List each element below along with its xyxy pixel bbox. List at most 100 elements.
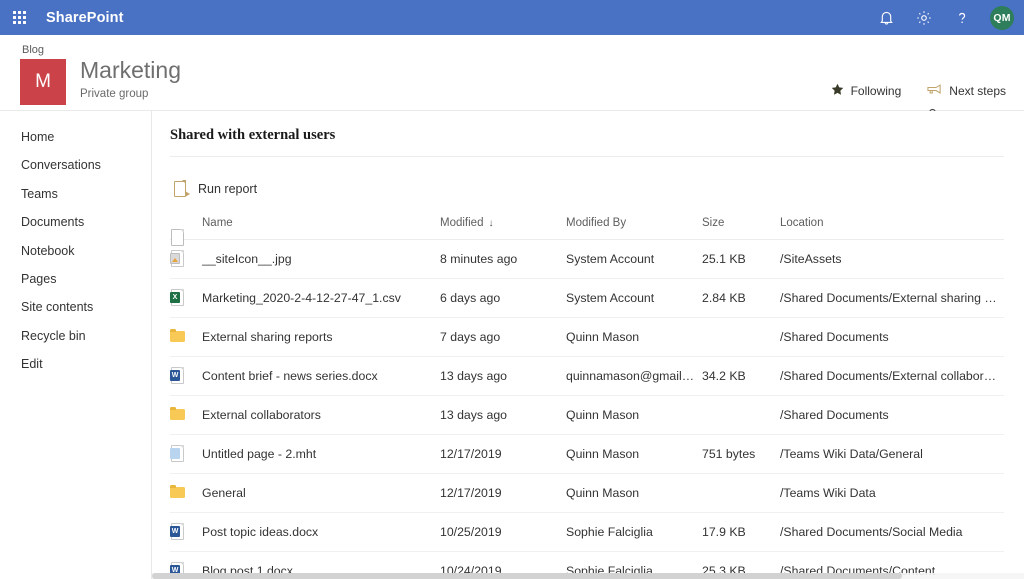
column-header-modified[interactable]: Modified ↓ [440,211,566,240]
row-modified-by: System Account [566,239,702,279]
column-header-modified-label: Modified [440,217,484,229]
row-file-icon-cell [170,434,202,474]
row-name[interactable]: __siteIcon__.jpg [202,239,440,279]
run-report-button[interactable]: Run report [172,177,263,202]
table-row[interactable]: External collaborators 13 days ago Quinn M… [170,395,1004,435]
row-name[interactable]: External collaborators [202,395,440,435]
row-modified: 13 days ago [440,395,566,435]
row-location: /Shared Documents/External sharing repor… [780,278,1004,318]
row-file-icon-cell [170,473,202,513]
word-file-icon: W [170,523,186,541]
row-size: 25.1 KB [702,239,780,279]
row-modified-by: quinnamason@gmail.com [566,356,702,396]
row-modified: 8 minutes ago [440,239,566,279]
row-modified: 6 days ago [440,278,566,318]
excel-file-icon: X [170,289,186,307]
row-modified: 10/25/2019 [440,512,566,552]
row-modified: 12/17/2019 [440,434,566,474]
column-header-icon[interactable] [170,211,202,246]
sidebar-item-notebook[interactable]: Notebook [0,237,151,265]
sidebar-item-recycle-bin[interactable]: Recycle bin [0,322,151,350]
column-header-size[interactable]: Size [702,211,780,240]
column-header-location[interactable]: Location [780,211,1004,240]
row-modified: 12/17/2019 [440,473,566,513]
sidebar-item-edit[interactable]: Edit [0,350,151,378]
files-table-body: __siteIcon__.jpg 8 minutes ago System Acco… [170,239,1004,579]
row-location: /Shared Documents/External collaborators [780,356,1004,396]
suite-bar-actions: QM [876,5,1014,30]
row-modified-by: Quinn Mason [566,434,702,474]
row-size: 2.84 KB [702,278,780,318]
sidebar-item-home[interactable]: Home [0,123,151,151]
next-steps-label: Next steps [949,84,1006,98]
megaphone-icon [927,83,942,99]
row-name[interactable]: Content brief - news series.docx [202,356,440,396]
notifications-icon[interactable] [876,8,896,28]
row-location: /Shared Documents/Social Media [780,512,1004,552]
image-file-icon [170,250,186,268]
row-name[interactable]: Marketing_2020-2-4-12-27-47_1.csv [202,278,440,318]
sidebar-item-teams[interactable]: Teams [0,180,151,208]
row-file-icon-cell: W [170,512,202,552]
row-size: 34.2 KB [702,356,780,396]
table-row[interactable]: External sharing reports 7 days ago Quinn … [170,317,1004,357]
table-header-row: Name Modified ↓ Modified By Size Location [170,211,1004,246]
row-size: 751 bytes [702,434,780,474]
star-icon [831,83,844,99]
app-launcher-icon[interactable] [8,7,30,29]
files-table: Name Modified ↓ Modified By Size Location… [170,211,1004,579]
row-file-icon-cell [170,395,202,435]
row-location: /Teams Wiki Data/General [780,434,1004,474]
site-header: Blog M Marketing Private group Following [0,35,1024,124]
table-row[interactable]: W Post topic ideas.docx 10/25/2019 Sophie F… [170,512,1004,552]
following-label: Following [850,84,902,98]
row-name[interactable]: Post topic ideas.docx [202,512,440,552]
row-size [702,473,780,513]
column-header-name[interactable]: Name [202,211,440,240]
row-modified: 13 days ago [440,356,566,396]
column-header-modified-by[interactable]: Modified By [566,211,702,240]
sidebar-item-documents[interactable]: Documents [0,208,151,236]
breadcrumb[interactable]: Blog [22,44,44,56]
row-name[interactable]: General [202,473,440,513]
help-icon[interactable] [952,8,972,28]
row-modified-by: Quinn Mason [566,473,702,513]
webpart-title: Shared with external users [170,127,336,143]
document-library-webpart: Shared with external users Run report Na… [170,111,1004,579]
run-report-icon [174,180,190,198]
page-shell: Home Conversations Teams Documents Noteb… [0,110,1024,579]
row-location: /Shared Documents [780,395,1004,435]
row-modified-by: Sophie Falciglia [566,512,702,552]
row-file-icon-cell: X [170,278,202,318]
row-size [702,395,780,435]
main-content: Shared with external users Run report Na… [152,111,1024,579]
following-button[interactable]: Following [831,83,902,99]
sharepoint-brand-link[interactable]: SharePoint [46,10,124,26]
run-report-label: Run report [198,182,258,196]
row-name[interactable]: External sharing reports [202,317,440,357]
gear-icon[interactable] [914,8,934,28]
folder-icon [170,484,186,502]
row-location: /Teams Wiki Data [780,473,1004,513]
sidebar-item-site-contents[interactable]: Site contents [0,293,151,321]
folder-icon [170,328,186,346]
sidebar-item-conversations[interactable]: Conversations [0,151,151,179]
horizontal-scrollbar[interactable] [152,573,1024,579]
next-steps-button[interactable]: Next steps [927,83,1006,99]
site-logo[interactable]: M [20,59,66,105]
row-name[interactable]: Untitled page - 2.mht [202,434,440,474]
table-row[interactable]: W Content brief - news series.docx 13 days… [170,356,1004,396]
table-row[interactable]: __siteIcon__.jpg 8 minutes ago System Acco… [170,239,1004,279]
user-avatar[interactable]: QM [990,5,1014,30]
site-header-actions-row: Following Next steps [831,83,1006,99]
command-bar: Run report [170,167,1004,211]
page-title[interactable]: Marketing [80,58,181,82]
table-row[interactable]: General 12/17/2019 Quinn Mason/Teams Wiki … [170,473,1004,513]
table-row[interactable]: Untitled page - 2.mht 12/17/2019 Quinn Mas… [170,434,1004,474]
sidebar-item-pages[interactable]: Pages [0,265,151,293]
row-location: /Shared Documents [780,317,1004,357]
table-row[interactable]: X Marketing_2020-2-4-12-27-47_1.csv 6 days… [170,278,1004,318]
sidebar: Home Conversations Teams Documents Noteb… [0,111,152,579]
webpart-divider [170,156,1004,157]
row-modified-by: System Account [566,278,702,318]
